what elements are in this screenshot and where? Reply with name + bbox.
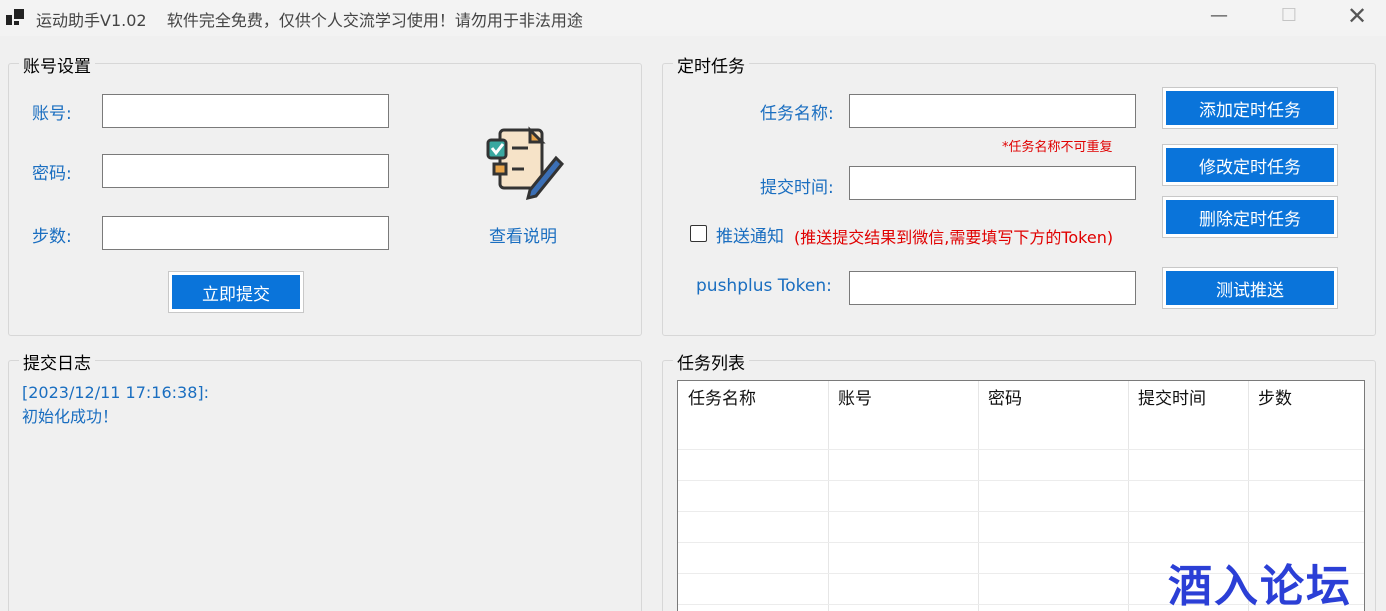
account-label: 账号: [32, 104, 72, 124]
submit-time-label: 提交时间: [760, 178, 834, 198]
account-input[interactable] [102, 94, 389, 128]
column-header-steps[interactable]: 步数 [1248, 381, 1364, 417]
submit-now-button[interactable]: 立即提交 [168, 271, 304, 313]
scheduled-tasks-title: 定时任务 [673, 52, 749, 77]
minimize-button[interactable]: — [1196, 0, 1242, 32]
push-notification-label[interactable]: 推送通知 [716, 222, 784, 247]
window-title: 运动助手V1.02 软件完全免费，仅供个人交流学习使用！请勿用于非法用途 [36, 11, 583, 30]
forum-watermark: 酒入论坛 [1168, 561, 1352, 611]
test-push-button[interactable]: 测试推送 [1162, 267, 1338, 309]
steps-input[interactable] [102, 216, 389, 250]
task-name-input[interactable] [849, 94, 1136, 128]
task-name-note: *任务名称不可重复 [1002, 140, 1113, 155]
column-divider [978, 381, 979, 611]
account-settings-title: 账号设置 [19, 52, 95, 77]
column-header-task-name[interactable]: 任务名称 [678, 381, 828, 417]
column-header-account[interactable]: 账号 [828, 381, 978, 417]
row-divider [678, 449, 1364, 450]
document-edit-icon[interactable] [486, 126, 565, 204]
edit-task-button[interactable]: 修改定时任务 [1162, 144, 1338, 186]
column-divider [828, 381, 829, 611]
title-bar: 运动助手V1.02 软件完全免费，仅供个人交流学习使用！请勿用于非法用途 — ☐… [0, 0, 1386, 36]
help-link[interactable]: 查看说明 [489, 222, 557, 247]
row-divider [678, 542, 1364, 543]
password-input[interactable] [102, 154, 389, 188]
column-header-password[interactable]: 密码 [978, 381, 1128, 417]
steps-label: 步数: [32, 227, 72, 247]
token-input[interactable] [849, 271, 1136, 305]
column-divider [1128, 381, 1129, 611]
maximize-button[interactable]: ☐ [1266, 0, 1312, 32]
row-divider [678, 511, 1364, 512]
push-hint: (推送提交结果到微信,需要填写下方的Token) [794, 228, 1114, 247]
delete-task-button[interactable]: 删除定时任务 [1162, 196, 1338, 238]
column-header-submit-time[interactable]: 提交时间 [1128, 381, 1248, 417]
app-icon [6, 9, 24, 27]
push-notification-checkbox[interactable] [690, 225, 707, 242]
submit-time-input[interactable] [849, 166, 1136, 200]
log-line: [2023/12/11 17:16:38]: [22, 383, 210, 402]
token-label: pushplus Token: [696, 276, 832, 296]
task-name-label: 任务名称: [760, 104, 834, 124]
log-line: 初始化成功！ [22, 407, 119, 426]
password-label: 密码: [32, 164, 72, 184]
row-divider [678, 480, 1364, 481]
submit-log-title: 提交日志 [19, 349, 95, 374]
close-button[interactable]: ✕ [1334, 0, 1380, 32]
add-task-button[interactable]: 添加定时任务 [1162, 87, 1338, 129]
task-list-title: 任务列表 [673, 349, 749, 374]
